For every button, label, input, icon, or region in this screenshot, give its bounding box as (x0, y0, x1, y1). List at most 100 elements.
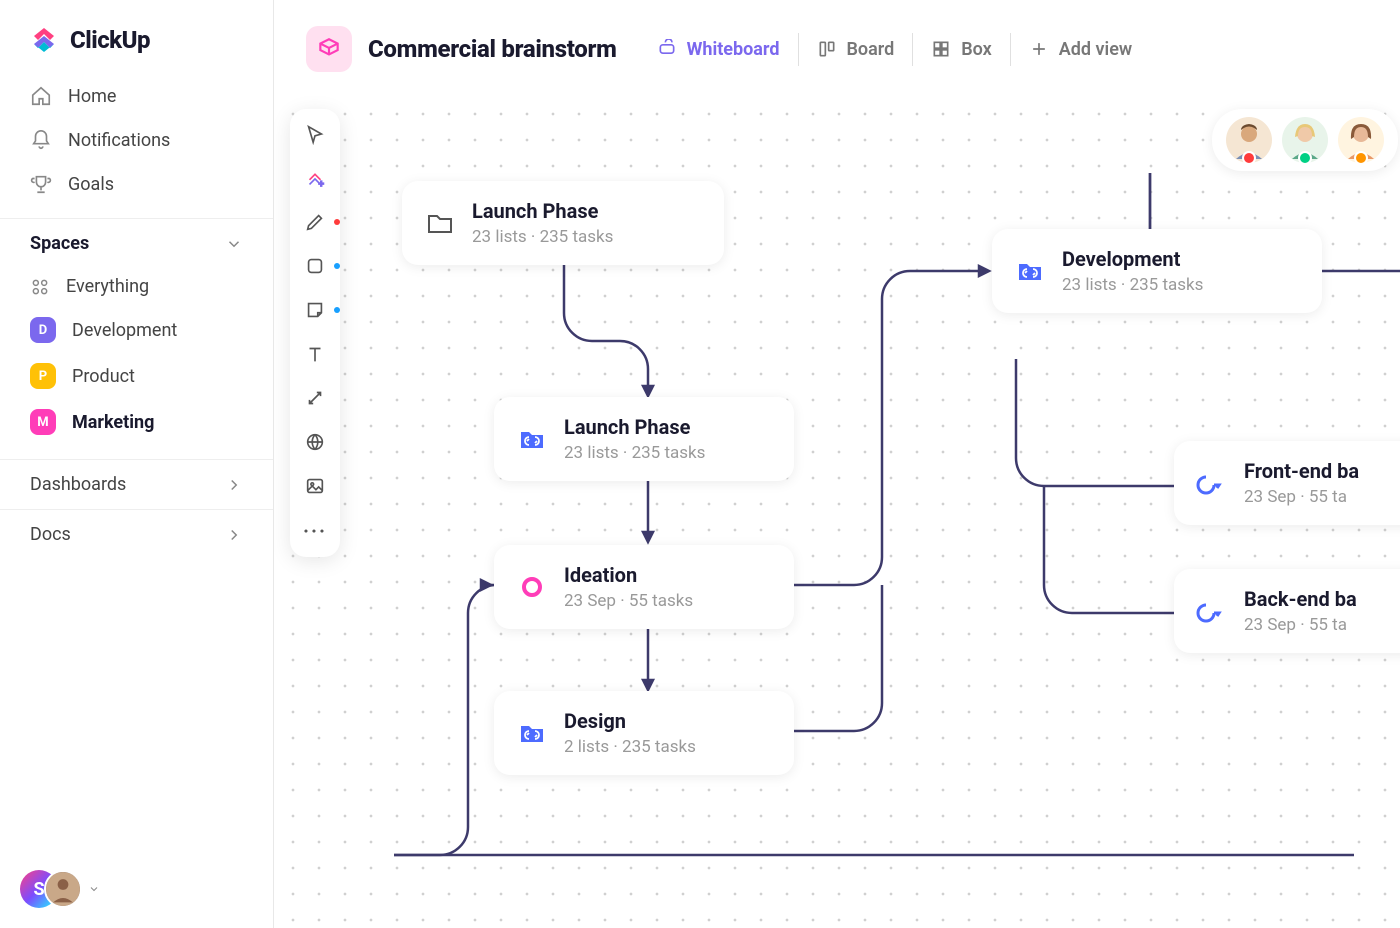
add-view-button[interactable]: Add view (1010, 33, 1150, 66)
node-subtitle: 23 Sep · 55 ta (1244, 615, 1357, 635)
avatar[interactable] (1338, 117, 1384, 163)
node-subtitle: 2 lists · 235 tasks (564, 737, 696, 757)
tool-shape[interactable] (304, 255, 326, 277)
node-subtitle: 23 lists · 235 tasks (1062, 275, 1203, 295)
circle-icon (516, 571, 548, 603)
node-subtitle: 23 Sep · 55 ta (1244, 487, 1359, 507)
folder-icon (424, 207, 456, 239)
node-design[interactable]: Design 2 lists · 235 tasks (494, 691, 794, 775)
tab-label: Box (961, 39, 992, 60)
everything-label: Everything (66, 276, 149, 297)
board-icon (817, 39, 837, 59)
page-icon (306, 26, 352, 72)
tab-box[interactable]: Box (912, 33, 1010, 66)
tab-label: Board (847, 39, 895, 60)
dashboards-label: Dashboards (30, 474, 126, 495)
tool-more[interactable]: ··· (303, 519, 327, 543)
space-label: Product (72, 366, 135, 387)
nav-home[interactable]: Home (0, 74, 273, 118)
node-title: Ideation (564, 563, 693, 587)
sync-folder-icon (516, 423, 548, 455)
sidebar-item-everything[interactable]: Everything (0, 266, 273, 307)
whiteboard-toolbar: + ··· (290, 109, 340, 557)
space-badge: M (30, 409, 56, 435)
space-badge: P (30, 363, 56, 389)
node-subtitle: 23 Sep · 55 tasks (564, 591, 693, 611)
node-frontend[interactable]: Front-end ba 23 Sep · 55 ta (1174, 441, 1400, 525)
brand-name: ClickUp (70, 26, 150, 54)
node-title: Front-end ba (1244, 459, 1359, 483)
plus-icon (1029, 39, 1049, 59)
sidebar-item-marketing[interactable]: M Marketing (0, 399, 273, 445)
node-title: Launch Phase (472, 199, 613, 223)
sidebar-dashboards[interactable]: Dashboards (0, 459, 273, 509)
sidebar: ClickUp Home Notifications Goals Spaces … (0, 0, 274, 928)
node-title: Back-end ba (1244, 587, 1357, 611)
title-group: Commercial brainstorm (306, 26, 617, 72)
logo[interactable]: ClickUp (0, 0, 273, 74)
trophy-icon (30, 173, 52, 195)
chevron-right-icon (225, 476, 243, 494)
nav-home-label: Home (68, 86, 116, 107)
node-subtitle: 23 lists · 235 tasks (564, 443, 705, 463)
nav-goals[interactable]: Goals (0, 162, 273, 206)
add-view-label: Add view (1059, 39, 1132, 60)
node-launch-phase-2[interactable]: Launch Phase 23 lists · 235 tasks (494, 397, 794, 481)
tab-label: Whiteboard (687, 39, 780, 60)
space-label: Marketing (72, 412, 154, 433)
sidebar-item-product[interactable]: P Product (0, 353, 273, 399)
topbar: Commercial brainstorm Whiteboard Board B… (274, 0, 1400, 95)
bell-icon (30, 129, 52, 151)
nav-goals-label: Goals (68, 174, 114, 195)
space-badge: D (30, 317, 56, 343)
sync-folder-icon (1014, 255, 1046, 287)
node-ideation[interactable]: Ideation 23 Sep · 55 tasks (494, 545, 794, 629)
nav-notifications[interactable]: Notifications (0, 118, 273, 162)
nav-notifications-label: Notifications (68, 130, 170, 151)
tool-text[interactable] (304, 343, 326, 365)
sidebar-item-development[interactable]: D Development (0, 307, 273, 353)
spaces-label: Spaces (30, 233, 89, 254)
box-icon (931, 39, 951, 59)
svg-text:+: + (319, 180, 324, 189)
sync-folder-icon (516, 717, 548, 749)
whiteboard-canvas[interactable]: + ··· (274, 95, 1400, 928)
tool-pen[interactable] (304, 211, 326, 233)
space-label: Development (72, 320, 177, 341)
tool-web[interactable] (304, 431, 326, 453)
tool-clickup[interactable]: + (304, 167, 326, 189)
tab-board[interactable]: Board (798, 33, 913, 66)
view-tabs: Whiteboard Board Box Add view (639, 33, 1151, 66)
tool-connector[interactable] (304, 387, 326, 409)
node-launch-phase[interactable]: Launch Phase 23 lists · 235 tasks (402, 181, 724, 265)
node-backend[interactable]: Back-end ba 23 Sep · 55 ta (1174, 569, 1400, 653)
node-title: Development (1062, 247, 1203, 271)
node-title: Design (564, 709, 696, 733)
node-development[interactable]: Development 23 lists · 235 tasks (992, 229, 1322, 313)
node-subtitle: 23 lists · 235 tasks (472, 227, 613, 247)
page-title: Commercial brainstorm (368, 35, 617, 63)
spaces-header[interactable]: Spaces (0, 218, 273, 266)
everything-icon (30, 277, 50, 297)
main: Commercial brainstorm Whiteboard Board B… (274, 0, 1400, 928)
avatar-stack: S (20, 870, 82, 908)
loop-icon (1196, 467, 1228, 499)
user-menu[interactable]: S (20, 870, 100, 908)
clickup-logo-icon (28, 24, 60, 56)
home-icon (30, 85, 52, 107)
chevron-down-icon (225, 235, 243, 253)
tool-sticky[interactable] (304, 299, 326, 321)
chevron-right-icon (225, 526, 243, 544)
loop-icon (1196, 595, 1228, 627)
tool-image[interactable] (304, 475, 326, 497)
avatar[interactable] (1226, 117, 1272, 163)
avatar[interactable] (1282, 117, 1328, 163)
sidebar-docs[interactable]: Docs (0, 509, 273, 559)
chevron-down-icon (88, 883, 100, 895)
collaborators[interactable] (1212, 109, 1398, 171)
docs-label: Docs (30, 524, 71, 545)
tool-pointer[interactable] (304, 123, 326, 145)
node-title: Launch Phase (564, 415, 705, 439)
whiteboard-icon (657, 39, 677, 59)
tab-whiteboard[interactable]: Whiteboard (639, 33, 798, 66)
